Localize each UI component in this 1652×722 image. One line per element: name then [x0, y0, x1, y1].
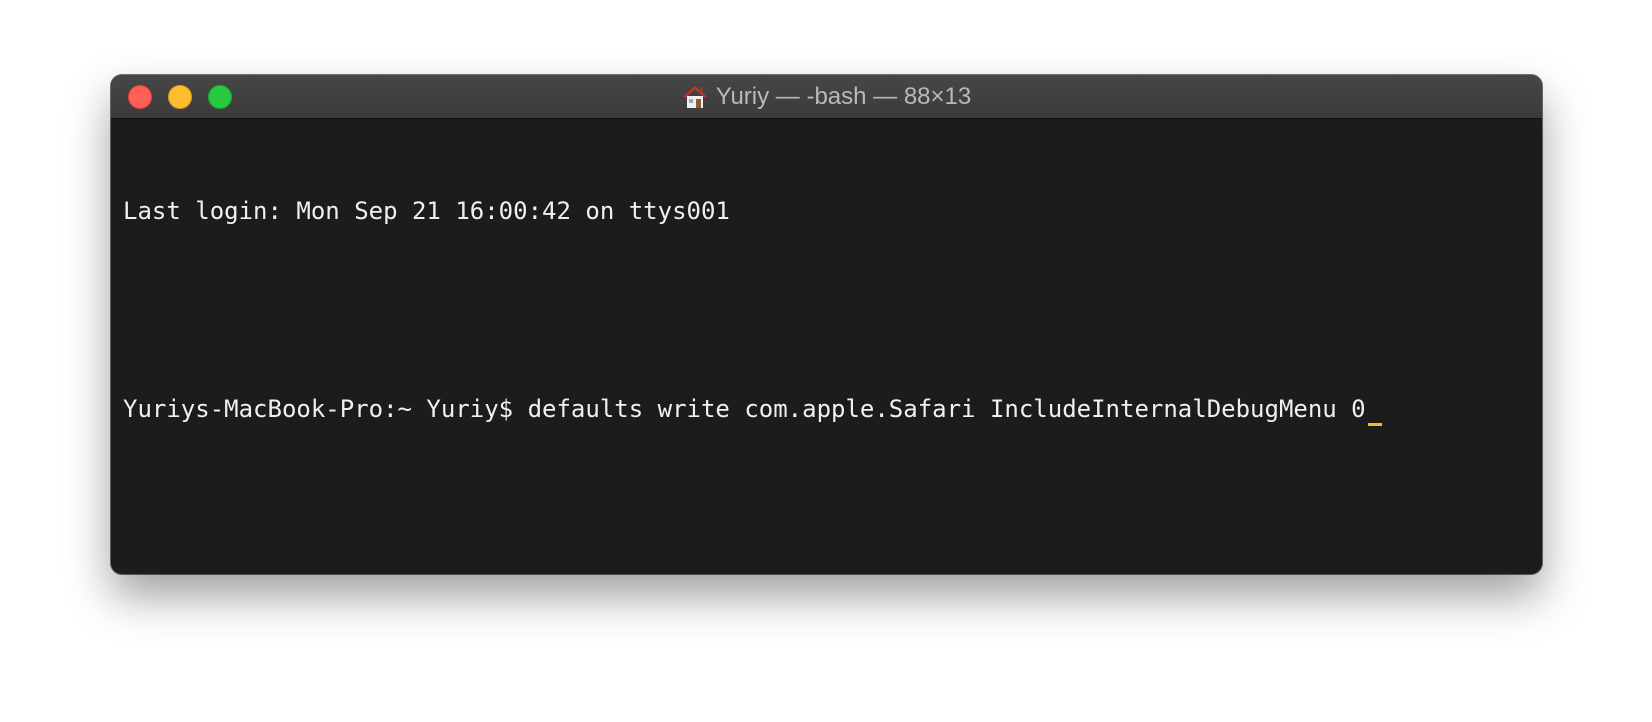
window-title: Yuriy — -bash — 88×13 — [111, 75, 1542, 119]
text-cursor — [1367, 400, 1382, 426]
terminal-line-login: Last login: Mon Sep 21 16:00:42 on ttys0… — [123, 197, 730, 225]
terminal-window: Yuriy — -bash — 88×13 Last login: Mon Se… — [111, 75, 1542, 574]
title-bar[interactable]: Yuriy — -bash — 88×13 — [111, 75, 1542, 119]
terminal-line-command[interactable]: Yuriys-MacBook-Pro:~ Yuriy$ defaults wri… — [123, 393, 1530, 426]
command-text: Yuriys-MacBook-Pro:~ Yuriy$ defaults wri… — [123, 395, 1366, 423]
home-icon — [682, 86, 707, 108]
terminal-output[interactable]: Last login: Mon Sep 21 16:00:42 on ttys0… — [111, 119, 1542, 574]
desktop-stage: Yuriy — -bash — 88×13 Last login: Mon Se… — [0, 0, 1652, 722]
window-title-text: Yuriy — -bash — 88×13 — [715, 83, 972, 110]
